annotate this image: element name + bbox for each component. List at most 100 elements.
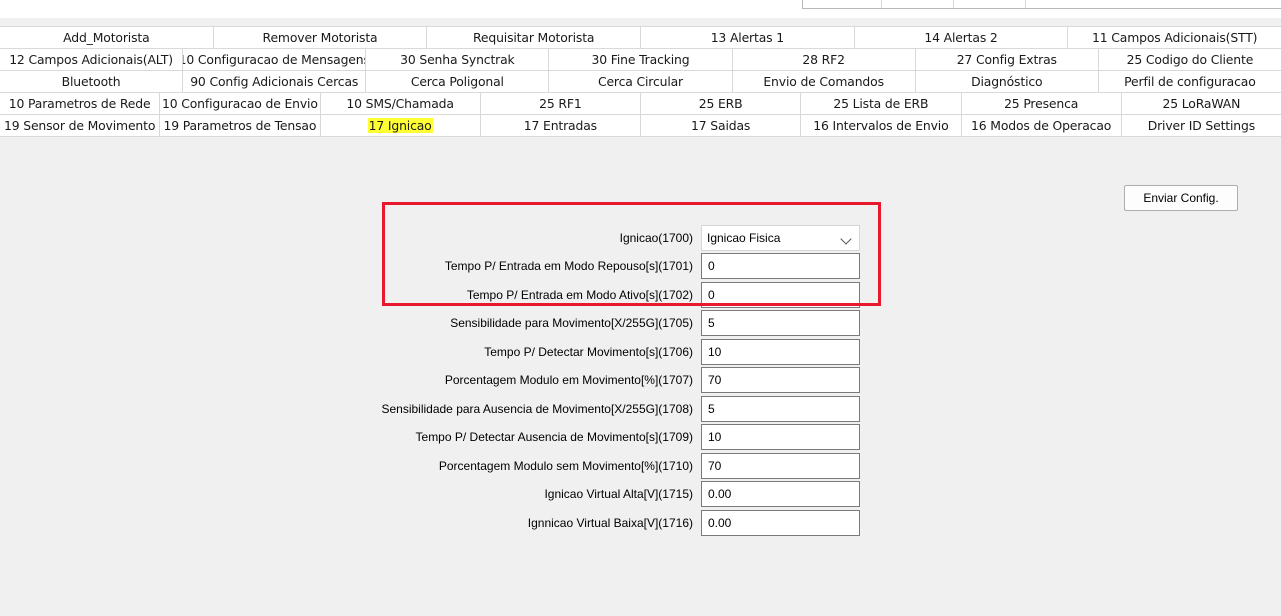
- tab-label: Cerca Circular: [597, 74, 684, 89]
- tab-label: 25 LoRaWAN: [1162, 96, 1241, 111]
- tab-25-erb[interactable]: 25 ERB: [640, 93, 800, 114]
- field-label: Tempo P/ Detectar Ausencia de Movimento[…: [415, 430, 693, 444]
- top-toolbar-edge: [802, 0, 1281, 9]
- tab-90-config-adicionais-cercas[interactable]: 90 Config Adicionais Cercas: [182, 71, 365, 92]
- tab-11-campos-adicionais-stt[interactable]: 11 Campos Adicionais(STT): [1067, 27, 1281, 48]
- tab-label: 30 Fine Tracking: [591, 52, 690, 67]
- field-label: Porcentagem Modulo em Movimento[%](1707): [444, 373, 693, 387]
- tab-19-parametros-de-tensao[interactable]: 19 Parametros de Tensao: [159, 115, 319, 136]
- tab-28-rf2[interactable]: 28 RF2: [731, 49, 915, 70]
- field-label: Tempo P/ Entrada em Modo Repouso[s](1701…: [444, 259, 693, 273]
- form-row: Porcentagem Modulo em Movimento[%](1707): [0, 367, 1281, 393]
- tab-25-rf1[interactable]: 25 RF1: [479, 93, 640, 114]
- tab-17-saidas[interactable]: 17 Saidas: [640, 115, 800, 136]
- tab-30-fine-tracking[interactable]: 30 Fine Tracking: [548, 49, 731, 70]
- send-config-button[interactable]: Enviar Config.: [1124, 185, 1238, 211]
- form-row: Ignicao Virtual Alta[V](1715): [0, 481, 1281, 507]
- tab-label: 90 Config Adicionais Cercas: [190, 74, 359, 89]
- tab-label: Add_Motorista: [63, 30, 150, 45]
- tab-row-4: 10 Parametros de Rede 10 Configuracao de …: [0, 93, 1281, 115]
- form-row: Ignnicao Virtual Baixa[V](1716): [0, 510, 1281, 536]
- tab-27-config-extras[interactable]: 27 Config Extras: [914, 49, 1098, 70]
- tab-cerca-circular[interactable]: Cerca Circular: [548, 71, 731, 92]
- field-input[interactable]: [701, 367, 860, 393]
- tab-envio-de-comandos[interactable]: Envio de Comandos: [731, 71, 915, 92]
- tab-label: 10 Configuracao de Mensagens: [182, 52, 366, 67]
- tab-bluetooth[interactable]: Bluetooth: [0, 71, 182, 92]
- tab-10-parametros-de-rede[interactable]: 10 Parametros de Rede: [0, 93, 159, 114]
- tab-label: 25 ERB: [698, 96, 743, 111]
- tab-25-presenca[interactable]: 25 Presenca: [960, 93, 1121, 114]
- tab-12-campos-adicionais-alt[interactable]: 12 Campos Adicionais(ALT): [0, 49, 182, 70]
- form-row: Tempo P/ Detectar Ausencia de Movimento[…: [0, 424, 1281, 450]
- tab-label: Cerca Poligonal: [410, 74, 504, 89]
- tab-16-intervalos-de-envio[interactable]: 16 Intervalos de Envio: [800, 115, 960, 136]
- tab-label: Bluetooth: [61, 74, 121, 89]
- ignicao-label: Ignicao(1700): [619, 231, 693, 245]
- ignicao-row: Ignicao(1700) Ignicao Fisica: [0, 225, 1281, 251]
- field-label: Ignicao Virtual Alta[V](1715): [544, 487, 693, 501]
- tab-label: 17 Ignicao: [367, 118, 433, 133]
- tab-diagn-stico[interactable]: Diagnóstico: [914, 71, 1098, 92]
- tab-label: Remover Motorista: [262, 30, 378, 45]
- tab-label: Diagnóstico: [971, 74, 1043, 89]
- form-row: Tempo P/ Entrada em Modo Ativo[s](1702): [0, 282, 1281, 308]
- tab-label: 30 Senha Synctrak: [400, 52, 515, 67]
- tab-label: 19 Parametros de Tensao: [163, 118, 317, 133]
- field-input[interactable]: [701, 510, 860, 536]
- tab-17-entradas[interactable]: 17 Entradas: [479, 115, 640, 136]
- tab-perfil-de-configuracao[interactable]: Perfil de configuracao: [1097, 71, 1281, 92]
- form-row: Sensibilidade para Ausencia de Movimento…: [0, 396, 1281, 422]
- tab-17-ignicao[interactable]: 17 Ignicao: [319, 115, 480, 136]
- tab-label: 10 Configuracao de Envio: [161, 96, 318, 111]
- tab-label: 16 Intervalos de Envio: [813, 118, 949, 133]
- tab-remover-motorista[interactable]: Remover Motorista: [212, 27, 427, 48]
- tab-13-alertas-1[interactable]: 13 Alertas 1: [640, 27, 854, 48]
- field-label: Sensibilidade para Movimento[X/255G](170…: [450, 316, 693, 330]
- field-label: Sensibilidade para Ausencia de Movimento…: [381, 402, 693, 416]
- tab-row-1: Add_Motorista Remover Motorista Requisitar…: [0, 26, 1281, 49]
- tab-25-lorawan[interactable]: 25 LoRaWAN: [1120, 93, 1281, 114]
- tab-row-3: Bluetooth 90 Config Adicionais Cercas Cerc…: [0, 71, 1281, 93]
- tab-label: 10 Parametros de Rede: [8, 96, 151, 111]
- field-input[interactable]: [701, 310, 860, 336]
- tab-label: 12 Campos Adicionais(ALT): [9, 52, 173, 67]
- field-input[interactable]: [701, 424, 860, 450]
- ignicao-select[interactable]: Ignicao Fisica: [701, 225, 860, 251]
- tab-label: Envio de Comandos: [763, 74, 884, 89]
- tab-cerca-poligonal[interactable]: Cerca Poligonal: [365, 71, 548, 92]
- tab-30-senha-synctrak[interactable]: 30 Senha Synctrak: [365, 49, 548, 70]
- tab-label: Requisitar Motorista: [472, 30, 595, 45]
- tab-label: 25 Lista de ERB: [833, 96, 929, 111]
- tab-label: 17 Saidas: [691, 118, 751, 133]
- field-input[interactable]: [701, 282, 860, 308]
- tab-row-5: 19 Sensor de Movimento 19 Parametros de T…: [0, 115, 1281, 137]
- tab-label: 25 Presenca: [1004, 96, 1079, 111]
- field-input[interactable]: [701, 396, 860, 422]
- field-label: Tempo P/ Entrada em Modo Ativo[s](1702): [466, 288, 693, 302]
- tab-label: Driver ID Settings: [1147, 118, 1256, 133]
- tab-10-configuracao-de-mensagens[interactable]: 10 Configuracao de Mensagens: [182, 49, 365, 70]
- tab-25-lista-de-erb[interactable]: 25 Lista de ERB: [800, 93, 960, 114]
- tab-label: 19 Sensor de Movimento: [3, 118, 156, 133]
- tab-add-motorista[interactable]: Add_Motorista: [0, 27, 213, 48]
- tab-19-sensor-de-movimento[interactable]: 19 Sensor de Movimento: [0, 115, 159, 136]
- field-input[interactable]: [701, 453, 860, 479]
- tab-label: 27 Config Extras: [956, 52, 1057, 67]
- field-label: Porcentagem Modulo sem Movimento[%](1710…: [438, 459, 693, 473]
- tab-requisitar-motorista[interactable]: Requisitar Motorista: [426, 27, 640, 48]
- field-input[interactable]: [701, 339, 860, 365]
- tab-label: 16 Modos de Operacao: [971, 118, 1112, 133]
- tab-10-sms-chamada[interactable]: 10 SMS/Chamada: [319, 93, 480, 114]
- tab-driver-id-settings[interactable]: Driver ID Settings: [1120, 115, 1281, 136]
- tab-16-modos-de-operacao[interactable]: 16 Modos de Operacao: [960, 115, 1121, 136]
- form-row: Sensibilidade para Movimento[X/255G](170…: [0, 310, 1281, 336]
- field-input[interactable]: [701, 253, 860, 279]
- tab-14-alertas-2[interactable]: 14 Alertas 2: [853, 27, 1068, 48]
- tab-10-configuracao-de-envio[interactable]: 10 Configuracao de Envio: [159, 93, 319, 114]
- tab-label: Perfil de configuracao: [1124, 74, 1256, 89]
- field-input[interactable]: [701, 481, 860, 507]
- tab-label: 11 Campos Adicionais(STT): [1092, 30, 1258, 45]
- form-row: Tempo P/ Detectar Movimento[s](1706): [0, 339, 1281, 365]
- tab-25-codigo-do-cliente[interactable]: 25 Codigo do Cliente: [1097, 49, 1281, 70]
